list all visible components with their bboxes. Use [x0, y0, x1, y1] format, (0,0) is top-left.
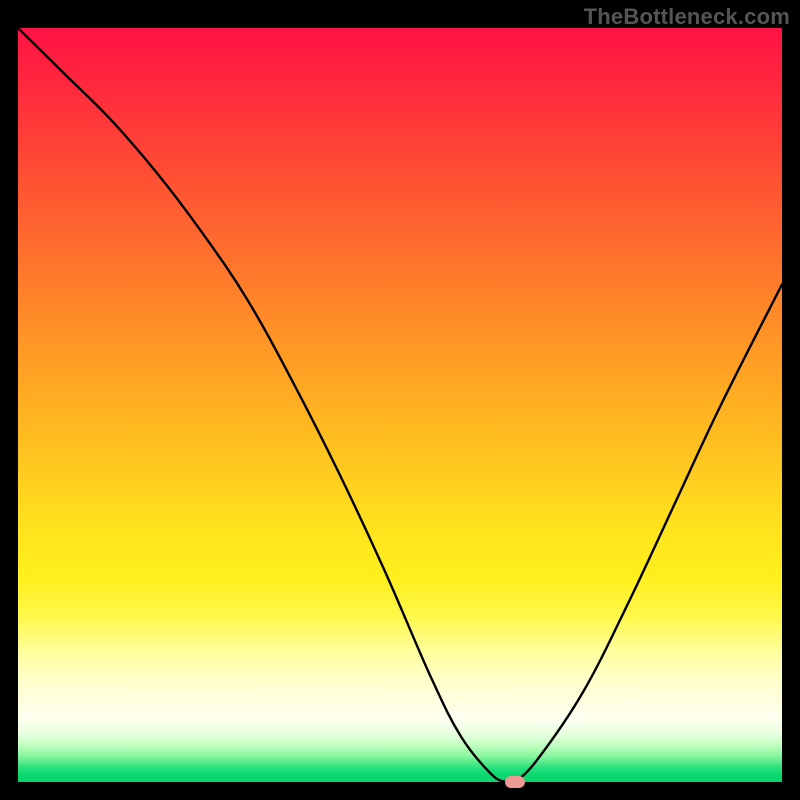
- chart-frame: TheBottleneck.com: [0, 0, 800, 800]
- bottleneck-curve-path: [18, 28, 782, 784]
- optimal-marker: [505, 776, 525, 788]
- watermark-text: TheBottleneck.com: [584, 4, 790, 30]
- plot-area: [18, 28, 782, 782]
- curve-svg: [18, 28, 782, 782]
